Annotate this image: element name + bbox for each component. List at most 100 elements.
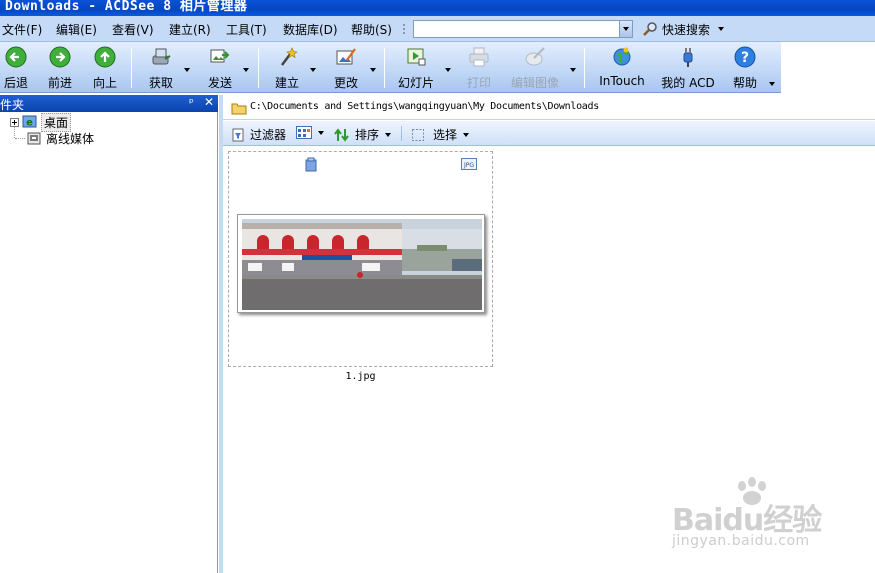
up-label: 向上: [92, 76, 117, 90]
baidu-watermark: Baidu经验 jingyan.baidu.com: [672, 477, 872, 557]
menu-create[interactable]: 建立(R): [169, 21, 211, 38]
my-acd-plug-icon: [683, 48, 693, 67]
folder-icon: [231, 103, 247, 115]
filter-button[interactable]: 过滤器: [231, 126, 286, 143]
select-button[interactable]: 选择: [411, 126, 470, 143]
chevron-down-icon: [318, 130, 324, 135]
filter-label: 过滤器: [250, 128, 287, 142]
tree-item-desktop[interactable]: e 桌面: [10, 113, 72, 132]
magnifier-icon: [643, 22, 657, 36]
sort-label: 排序: [355, 128, 380, 142]
intouch-button[interactable]: InTouch: [598, 46, 646, 91]
acquire-dropdown-icon[interactable]: [184, 68, 190, 72]
edit-image-dropdown-icon[interactable]: [570, 68, 576, 72]
up-arrow-icon: [94, 46, 116, 68]
menu-database[interactable]: 数据库(D): [283, 21, 338, 38]
send-button[interactable]: 发送: [205, 46, 235, 91]
help-button[interactable]: ? 帮助: [730, 46, 760, 91]
svg-text:?: ?: [741, 50, 749, 66]
quick-search-button[interactable]: 快速搜索: [642, 20, 725, 38]
print-button[interactable]: 打印: [465, 46, 493, 91]
pin-icon[interactable]: ᵖ: [189, 96, 194, 109]
menu-file[interactable]: 文件(F): [2, 21, 42, 38]
slideshow-dropdown-icon[interactable]: [445, 68, 451, 72]
search-dropdown-button[interactable]: [619, 21, 632, 37]
quick-search-label: 快速搜索: [662, 22, 711, 37]
chevron-down-icon: [385, 132, 392, 137]
my-acd-button[interactable]: 我的 ACD: [660, 46, 716, 91]
edit-image-label: 编辑图像: [510, 76, 559, 90]
send-label: 发送: [207, 76, 232, 90]
menu-bar: 文件(F) 编辑(E) 查看(V) 建立(R) 工具(T) 数据库(D) 帮助(…: [0, 16, 875, 42]
forward-button[interactable]: 前进: [46, 46, 74, 91]
offline-media-icon: [27, 132, 41, 145]
view-mode-button[interactable]: [296, 126, 324, 139]
modify-icon: [336, 48, 356, 65]
expand-icon[interactable]: [10, 118, 19, 127]
toolbar-separator: [384, 48, 385, 88]
slideshow-icon: [407, 48, 426, 66]
browser-toolbar: 过滤器 排序 选择: [223, 121, 875, 146]
create-dropdown-icon[interactable]: [310, 68, 316, 72]
my-acd-label: 我的 ACD: [661, 76, 715, 90]
toolbar-overflow-icon[interactable]: [769, 82, 775, 86]
slideshow-button[interactable]: 幻灯片: [398, 46, 434, 91]
menu-view[interactable]: 查看(V): [112, 21, 154, 38]
edit-image-icon: [525, 47, 545, 66]
send-icon: [210, 49, 230, 63]
back-label: 后退: [3, 76, 28, 90]
menu-tools[interactable]: 工具(T): [226, 21, 267, 38]
forward-label: 前进: [47, 76, 72, 90]
svg-text:e: e: [26, 118, 33, 129]
menu-edit[interactable]: 编辑(E): [56, 21, 97, 38]
toolbar-separator: [584, 48, 585, 88]
acquire-icon: [152, 48, 171, 65]
tree-item-label: 离线媒体: [46, 132, 95, 146]
modify-button[interactable]: 更改: [331, 46, 361, 91]
edit-image-button[interactable]: 编辑图像: [510, 46, 560, 91]
acquire-button[interactable]: 获取: [146, 46, 176, 91]
back-arrow-icon: [5, 46, 27, 68]
jpg-format-badge: JPG: [463, 162, 474, 169]
title-bar: Downloads - ACDSee 8 相片管理器: [0, 0, 875, 16]
file-thumbnail-item[interactable]: JPG: [228, 151, 493, 367]
main-toolbar: 后退 前进 向上 获取 发送 建立 更改 幻灯片 打印 编辑图像 InTouch…: [0, 42, 781, 93]
select-label: 选择: [433, 128, 458, 142]
folders-panel-header: 件夹 ᵖ ✕: [0, 95, 218, 112]
window-title: Downloads - ACDSee 8 相片管理器: [5, 0, 248, 14]
help-label: 帮助: [732, 76, 757, 90]
tree-connector: [15, 138, 25, 139]
close-icon[interactable]: ✕: [204, 95, 214, 109]
sort-button[interactable]: 排序: [334, 126, 392, 143]
slideshow-label: 幻灯片: [398, 76, 435, 90]
create-wand-icon: [281, 47, 298, 66]
toolbar-empty-area: [781, 42, 875, 93]
create-button[interactable]: 建立: [272, 46, 302, 91]
file-browser: JPG 1.jpg Baidu经验 jingyan.baidu.com: [223, 147, 875, 573]
modify-label: 更改: [333, 76, 358, 90]
chevron-down-icon: [718, 27, 725, 31]
back-button[interactable]: 后退: [2, 46, 30, 91]
search-combo[interactable]: [413, 20, 633, 38]
menu-grip: [403, 23, 405, 35]
up-button[interactable]: 向上: [91, 46, 119, 91]
intouch-label: InTouch: [599, 74, 645, 88]
address-path[interactable]: C:\Documents and Settings\wangqingyuan\M…: [250, 101, 599, 112]
menu-help[interactable]: 帮助(S): [351, 21, 392, 38]
printer-icon: [469, 47, 489, 67]
address-bar[interactable]: C:\Documents and Settings\wangqingyuan\M…: [223, 96, 875, 120]
filter-icon: [232, 128, 244, 141]
watermark-url: jingyan.baidu.com: [672, 533, 810, 549]
send-dropdown-icon[interactable]: [243, 68, 249, 72]
select-icon: [412, 128, 424, 141]
desktop-icon: e: [22, 115, 37, 129]
file-name-label: 1.jpg: [345, 371, 376, 382]
database-icon: [305, 157, 317, 172]
help-icon: ?: [734, 46, 756, 68]
thumbnail-view-icon: [296, 126, 312, 139]
sort-icon: [334, 127, 349, 142]
modify-dropdown-icon[interactable]: [370, 68, 376, 72]
create-label: 建立: [274, 76, 299, 90]
file-thumbnail-image[interactable]: [237, 214, 485, 313]
tree-item-offline-media[interactable]: 离线媒体: [26, 131, 94, 146]
